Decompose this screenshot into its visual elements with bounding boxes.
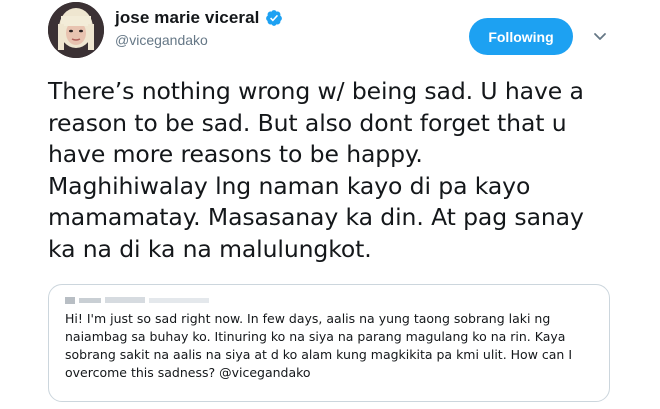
chevron-down-icon[interactable]: [592, 28, 608, 44]
tweet-text: There’s nothing wrong w/ being sad. U ha…: [48, 76, 628, 265]
quoted-line: sobrang sakit na aalis na siya at d ko a…: [65, 347, 573, 362]
tweet-line: There’s nothing wrong w/ being sad. U ha…: [48, 77, 584, 105]
quoted-author-redacted: [65, 296, 215, 306]
profile-avatar[interactable]: [48, 2, 104, 58]
following-button[interactable]: Following: [469, 18, 573, 55]
quoted-tweet-card[interactable]: Hi! I'm just so sad right now. In few da…: [48, 284, 610, 402]
verified-badge-icon: [265, 9, 283, 27]
display-name-row: jose marie viceral: [115, 7, 283, 29]
quoted-tweet-text: Hi! I'm just so sad right now. In few da…: [65, 310, 595, 382]
user-block: jose marie viceral @vicegandako: [115, 7, 283, 48]
quoted-line: Hi! I'm just so sad right now. In few da…: [65, 311, 551, 326]
quoted-line: overcome this sadness? @vicegandako: [65, 365, 311, 380]
tweet-line: reason to be sad. But also dont forget t…: [48, 108, 567, 137]
tweet-line: Maghihiwalay lng naman kayo di pa kayo: [48, 171, 531, 200]
display-name[interactable]: jose marie viceral: [115, 8, 260, 28]
tweet-line: ka na di ka na malulungkot.: [48, 234, 372, 263]
tweet-line: mamamatay. Masasanay ka din. At pag sana…: [48, 203, 584, 231]
tweet: jose marie viceral @vicegandako Followin…: [0, 0, 660, 409]
tweet-line: have more reasons to be happy.: [48, 140, 423, 168]
handle[interactable]: @vicegandako: [115, 32, 283, 48]
quoted-line: naiambag sa buhay ko. Itinuring ko na si…: [65, 329, 566, 344]
avatar-image: [48, 2, 104, 58]
